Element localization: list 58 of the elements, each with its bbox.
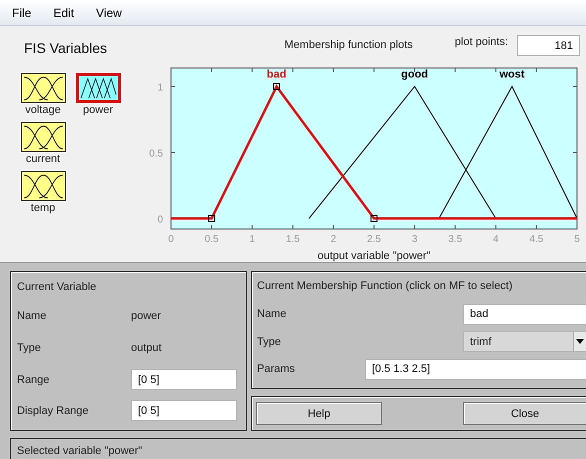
params-field[interactable]: [0.5 1.3 2.5] [365, 358, 586, 380]
panel-title: Current Membership Function (click on MF to select) [257, 280, 514, 292]
membership-curve[interactable] [438, 85, 578, 219]
membership-curves-icon[interactable] [76, 73, 120, 103]
field-label: Name [17, 310, 48, 322]
variable-label: voltage [25, 103, 61, 117]
axis-tick-label: 2 [330, 234, 336, 245]
menu-item[interactable]: File [12, 6, 32, 20]
field-label: Type [257, 336, 282, 348]
membership-curves-icon[interactable] [20, 122, 66, 152]
variable-label: temp [30, 201, 56, 215]
value-text: power [131, 310, 162, 322]
membership-curves-icon[interactable] [20, 73, 66, 103]
axis-tick-label: 0 [157, 214, 163, 226]
axis-tick-label: 3 [412, 234, 418, 245]
menu-item[interactable]: View [96, 6, 122, 20]
range-field[interactable]: [0 5] [131, 369, 237, 390]
value-text: output [131, 342, 163, 354]
axis-tick-label: 1 [157, 82, 163, 94]
variable-label: power [83, 103, 113, 117]
menu-item[interactable]: Edit [53, 6, 74, 20]
axis-tick-label: 3.5 [448, 234, 462, 245]
name-field[interactable]: bad [463, 304, 586, 324]
membership-curves-icon[interactable] [20, 171, 66, 201]
caret-icon [573, 332, 586, 351]
axis-tick-label: 4 [493, 234, 499, 245]
variable-label: current [26, 152, 60, 166]
control-point[interactable] [273, 82, 280, 90]
display-range-field[interactable]: [0 5] [131, 400, 237, 421]
axis-tick-label: 1 [249, 234, 255, 245]
axis-tick-label: 1.5 [286, 234, 300, 245]
field-label: Display Range [17, 404, 90, 416]
field-label: Name [257, 308, 288, 320]
plot-title: Membership function plots [284, 39, 413, 51]
axis-tick-label: 2.5 [367, 234, 381, 245]
curve-label: bad [266, 68, 286, 80]
panel-title: FIS Variables [23, 40, 107, 56]
field-label: plot points: [454, 36, 508, 48]
type-dropdown[interactable]: trimf [463, 331, 586, 352]
field-label: Type [17, 342, 42, 354]
axis-tick-label: 0 [168, 234, 174, 245]
axis-tick-label: 5 [574, 234, 580, 245]
curve-label: wost [500, 68, 525, 80]
axis-label: output variable "power" [318, 250, 430, 262]
axis-tick-label: 0.5 [149, 148, 163, 160]
field-label: Params [257, 363, 296, 375]
axis-tick-label: 0.5 [204, 234, 219, 245]
control-point[interactable] [370, 214, 378, 222]
plot-points-field[interactable]: 181 [517, 35, 580, 56]
membership-curve[interactable] [308, 86, 496, 219]
help-button[interactable]: Help [256, 402, 382, 425]
curve-label: good [401, 68, 428, 80]
status-bar: Selected variable "power" [10, 438, 586, 459]
control-point[interactable] [208, 214, 216, 222]
field-label: Range [17, 374, 50, 386]
panel-title: Current Variable [17, 280, 98, 293]
close-button[interactable]: Close [463, 402, 586, 425]
axis-tick-label: 4.5 [529, 234, 544, 245]
